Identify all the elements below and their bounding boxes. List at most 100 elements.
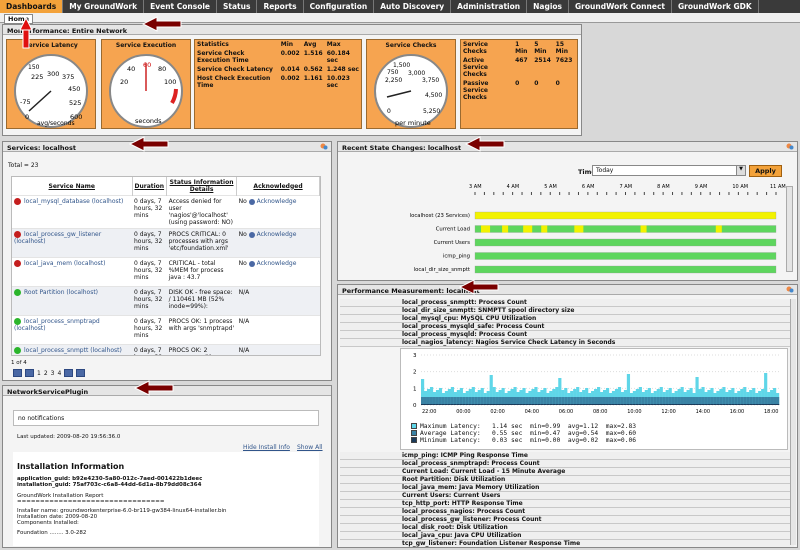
foundation-version: Foundation ........ 3.0-282 <box>17 530 87 536</box>
min-latency-bar <box>647 404 651 405</box>
perf-item[interactable]: local_mysql_cpu: MySQL CPU Utilization <box>340 315 794 323</box>
page-link[interactable]: 4 <box>57 370 61 377</box>
state-bar <box>474 225 777 233</box>
perf-top-list: local_process_snmptt: Process Count local… <box>340 299 794 347</box>
acknowledge-link[interactable]: Acknowledge <box>257 198 297 205</box>
avg-latency-bar <box>671 397 675 405</box>
legend-swatch <box>411 437 417 443</box>
hide-install-info-link[interactable]: Hide Install Info <box>243 444 290 451</box>
column-header-duration[interactable]: Duration <box>132 177 168 196</box>
avg-latency-bar <box>710 397 714 405</box>
perf-item[interactable]: local_process_mysqld: Process Count <box>340 331 794 339</box>
service-link[interactable]: local_process_gw_listener (localhost) <box>14 231 101 245</box>
acknowledge-link[interactable]: Acknowledge <box>257 260 297 267</box>
x-tick-label: 00:00 <box>456 409 470 415</box>
home-button[interactable]: Home <box>4 14 34 24</box>
nav-tab-dashboards[interactable]: Dashboards <box>0 0 64 13</box>
service-name-cell: local_process_gw_listener (localhost) <box>12 228 132 258</box>
services-pager: 1 2 3 4 <box>13 369 86 377</box>
nav-tab-my-groundwork[interactable]: My GroundWork <box>63 0 145 13</box>
column-header-status-info[interactable]: Status Information Details <box>166 177 238 196</box>
column-header-acknowledged[interactable]: Acknowledged <box>236 177 320 196</box>
min-latency-bar <box>602 404 607 405</box>
nav-tab-status[interactable]: Status <box>217 0 258 13</box>
checks-cell: 0 <box>555 80 560 87</box>
perf-item[interactable]: Current Users: Current Users <box>340 492 794 500</box>
avg-latency-bar <box>522 397 526 405</box>
perf-item[interactable]: local_process_snmptt: Process Count <box>340 299 794 307</box>
min-latency-bar <box>743 404 747 405</box>
perf-item[interactable]: Current Load: Current Load - 15 Minute A… <box>340 468 794 476</box>
timeline-scrollbar[interactable] <box>786 186 793 272</box>
show-all-link[interactable]: Show All <box>297 444 323 451</box>
perf-scrollbar[interactable] <box>790 299 796 545</box>
perf-item[interactable]: local_java_mem: Java Memory Utilization <box>340 484 794 492</box>
service-link[interactable]: local_process_snmptrapd (localhost) <box>14 318 100 332</box>
avg-latency-bar <box>594 397 598 405</box>
duration-cell: 0 days, 7 hours, 32 mins <box>132 257 167 287</box>
page-link[interactable]: 2 <box>44 370 48 377</box>
perf-item[interactable]: tcp_http_port: HTTP Response Time <box>340 500 794 508</box>
min-latency-bar <box>585 404 589 405</box>
time-select[interactable]: Today ▼ <box>592 165 746 176</box>
panel-config-icon[interactable] <box>786 143 794 150</box>
panel-config-icon[interactable] <box>786 286 794 293</box>
stats-cell: 0.002 <box>280 75 300 82</box>
perf-item[interactable]: local_java_cpu: Java CPU Utilization <box>340 532 794 540</box>
perf-item[interactable]: local_nagios_latency: Nagios Service Che… <box>340 339 794 347</box>
service-link[interactable]: local_mysql_database (localhost) <box>24 198 123 205</box>
perf-item[interactable]: local_process_gw_listener: Process Count <box>340 516 794 524</box>
first-page-button[interactable] <box>13 369 22 377</box>
page-link[interactable]: 1 <box>37 370 41 377</box>
panel-config-icon[interactable] <box>320 143 328 150</box>
perf-item[interactable]: icmp_ping: ICMP Ping Response Time <box>340 452 794 460</box>
avg-latency-bar <box>701 397 705 405</box>
min-latency-bar <box>531 404 535 405</box>
min-latency-bar <box>614 404 619 405</box>
status-info-cell: DISK OK - free space: / 110461 MB (52% i… <box>166 286 237 316</box>
perf-item[interactable]: local_process_mysqld_safe: Process Count <box>340 323 794 331</box>
acknowledge-icon[interactable] <box>248 231 255 238</box>
checks-cell: Passive Service Checks <box>463 80 489 101</box>
gauge-tick-label: 0 <box>387 108 391 115</box>
min-latency-bar <box>438 404 443 405</box>
nav-tab-nagios[interactable]: Nagios <box>527 0 570 13</box>
avg-latency-bar <box>623 397 628 405</box>
legend-entry: Minimum Latency: 0.03 sec min=0.00 avg=0… <box>411 437 787 444</box>
perf-item[interactable]: local_disk_root: Disk Utilization <box>340 524 794 532</box>
perf-item[interactable]: local_process_snmptrapd: Process Count <box>340 460 794 468</box>
avg-latency-bar <box>692 397 696 405</box>
last-page-button[interactable] <box>76 369 86 377</box>
gauge-tick-label: 150 <box>28 64 40 71</box>
avg-latency-bar <box>728 397 732 405</box>
next-page-button[interactable] <box>64 369 74 377</box>
prev-page-button[interactable] <box>25 369 34 377</box>
acknowledge-link[interactable]: Acknowledge <box>257 231 297 238</box>
acknowledge-icon[interactable] <box>248 260 255 267</box>
perf-item[interactable]: local_process_nagios: Process Count <box>340 508 794 516</box>
chevron-down-icon[interactable]: ▼ <box>736 166 745 175</box>
table-row: local_process_snmptt (localhost) 0 days, … <box>12 344 320 355</box>
min-latency-bar <box>525 404 529 405</box>
nav-tab-administration[interactable]: Administration <box>451 0 528 13</box>
nav-tab-groundwork-gdk[interactable]: GroundWork GDK <box>672 0 759 13</box>
min-latency-bar <box>740 404 744 405</box>
service-link[interactable]: Root Partition (localhost) <box>24 289 98 296</box>
page-link[interactable]: 3 <box>51 370 55 377</box>
nav-tab-groundwork-connect[interactable]: GroundWork Connect <box>569 0 672 13</box>
nav-tab-event-console[interactable]: Event Console <box>144 0 217 13</box>
perf-item[interactable]: local_dir_size_snmptt: SNMPTT spool dire… <box>340 307 794 315</box>
avg-latency-bar <box>704 397 708 405</box>
acknowledge-icon[interactable] <box>248 198 255 205</box>
service-link[interactable]: local_process_snmptt (localhost) <box>24 347 122 354</box>
nav-tab-auto-discovery[interactable]: Auto Discovery <box>374 0 452 13</box>
warning-segment <box>715 225 722 233</box>
nav-tab-configuration[interactable]: Configuration <box>304 0 375 13</box>
perf-item[interactable]: tcp_gw_listener: Foundation Listener Res… <box>340 540 794 547</box>
apply-button[interactable]: Apply <box>749 165 782 177</box>
perf-item[interactable]: Root Partition: Disk Utilization <box>340 476 794 484</box>
service-link[interactable]: local_java_mem (localhost) <box>24 260 105 267</box>
gauge-tick-label: 525 <box>69 99 81 107</box>
column-header-service-name[interactable]: Service Name <box>12 177 133 196</box>
nav-tab-reports[interactable]: Reports <box>257 0 304 13</box>
